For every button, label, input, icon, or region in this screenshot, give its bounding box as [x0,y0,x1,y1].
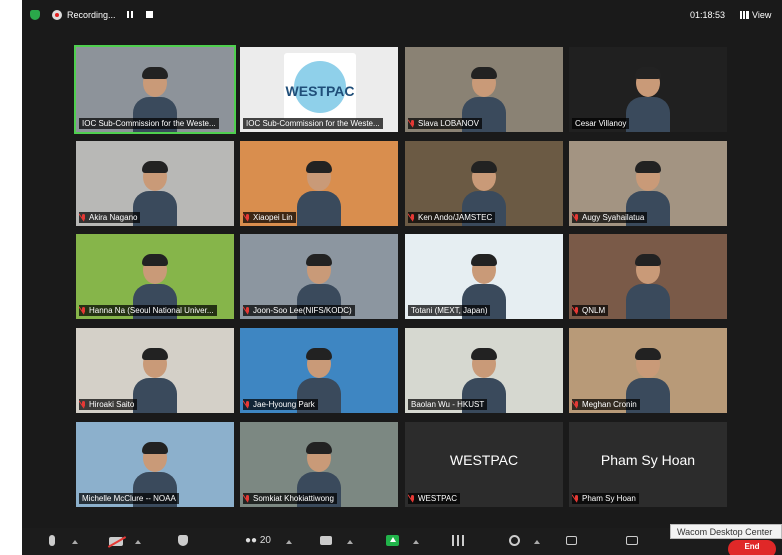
reactions-icon[interactable] [626,536,638,545]
participant-tile[interactable]: Xiaopei Lin [240,141,398,226]
participants-count: 20 [259,535,271,546]
participant-name-label: Hanna Na (Seoul National Univer... [79,305,217,316]
participant-name-label: Joon-Soo Lee(NIFS/KODC) [243,305,355,316]
participant-name-label: Pham Sy Hoan [572,493,639,504]
participant-name-label: Meghan Cronin [572,399,640,410]
participant-name-label: Slava LOBANOV [408,118,482,129]
view-button[interactable]: View [740,10,771,20]
participant-tile[interactable]: Somkiat Khokiattiwong [240,422,398,507]
participant-name-label: QNLM [572,305,609,316]
meeting-topbar: Recording... 01:18:53 View [22,0,782,32]
security-icon[interactable] [178,535,188,546]
participant-name-label: IOC Sub-Commission for the Weste... [243,118,383,129]
participant-name-label: Jae-Hyoung Park [243,399,318,410]
video-off-icon[interactable] [109,537,123,546]
taskbar-tooltip: Wacom Desktop Center [670,524,782,539]
participant-name-label: Xiaopei Lin [243,212,296,223]
audio-options-chevron-icon[interactable] [72,540,78,544]
participant-video [297,161,341,226]
pause-recording-button[interactable] [126,10,135,19]
meeting-timer: 01:18:53 [690,10,726,20]
participant-tile[interactable]: Hanna Na (Seoul National Univer... [76,234,234,319]
share-screen-icon[interactable] [386,535,399,546]
participants-button[interactable]: ●● 20 [245,535,271,547]
polls-icon[interactable] [452,535,464,546]
participant-name-label: WESTPAC [408,493,460,504]
participant-video [626,254,670,319]
participant-name-label: Cesar Villanoy [572,118,630,129]
participant-display-name: Pham Sy Hoan [600,452,696,468]
record-chevron-icon[interactable] [534,540,540,544]
participant-name-label: Somkiat Khokiattiwong [243,493,337,504]
share-chevron-icon[interactable] [413,540,419,544]
participant-video [626,67,670,132]
participant-tile[interactable]: Hiroaki Saito [76,328,234,413]
participant-name-label: Michelle McClure -- NOAA [79,493,179,504]
participant-tile[interactable]: Totani (MEXT, Japan) [405,234,563,319]
recording-icon [52,10,62,20]
logo-text: WESTPAC [285,83,355,99]
view-label: View [752,10,772,20]
participant-name-label: Totani (MEXT, Japan) [408,305,491,316]
participant-video [133,348,177,413]
participant-tile[interactable]: Baolan Wu - HKUST [405,328,563,413]
participant-tile[interactable]: Pham Sy Hoan Pham Sy Hoan [569,422,727,507]
end-meeting-button[interactable]: End [728,540,776,555]
participant-tile[interactable]: Slava LOBANOV [405,47,563,132]
video-options-chevron-icon[interactable] [135,540,141,544]
zoom-meeting-window: Recording... 01:18:53 View IOC Sub-Commi… [22,0,782,555]
participant-tile[interactable]: Joon-Soo Lee(NIFS/KODC) [240,234,398,319]
participant-tile[interactable]: Jae-Hyoung Park [240,328,398,413]
participant-name-label: Augy Syahailatua [572,212,648,223]
participant-tile[interactable]: Cesar Villanoy [569,47,727,132]
security-shield-icon[interactable] [30,10,40,20]
stop-recording-button[interactable] [146,11,153,18]
participant-tile[interactable]: WESTPAC WESTPAC [405,422,563,507]
chat-icon[interactable] [320,536,332,545]
participant-tile[interactable]: Ken Ando/JAMSTEC [405,141,563,226]
record-icon[interactable] [509,535,520,546]
grid-view-icon [740,11,749,19]
participant-tile[interactable]: Michelle McClure -- NOAA [76,422,234,507]
participant-tile[interactable]: Meghan Cronin [569,328,727,413]
chat-chevron-icon[interactable] [347,540,353,544]
meeting-toolbar: ●● 20 ••• [22,528,782,555]
participant-name-label: Baolan Wu - HKUST [408,399,488,410]
participant-display-name: WESTPAC [449,452,519,468]
participant-name-label: Akira Nagano [79,212,141,223]
participant-tile[interactable]: WESTPAC IOC Sub-Commission for the Weste.… [240,47,398,132]
participant-tile[interactable]: QNLM [569,234,727,319]
participant-tile[interactable]: Augy Syahailatua [569,141,727,226]
participant-tile[interactable]: Akira Nagano [76,141,234,226]
participants-chevron-icon[interactable] [286,540,292,544]
participant-tile[interactable]: IOC Sub-Commission for the Weste... [74,45,236,134]
captions-icon[interactable] [566,536,577,545]
participant-name-label: Ken Ando/JAMSTEC [408,212,496,223]
participant-name-label: IOC Sub-Commission for the Weste... [79,118,219,129]
recording-label: Recording... [67,10,116,20]
participant-name-label: Hiroaki Saito [79,399,138,410]
westpac-logo: WESTPAC [284,53,356,121]
microphone-icon[interactable] [49,535,55,546]
